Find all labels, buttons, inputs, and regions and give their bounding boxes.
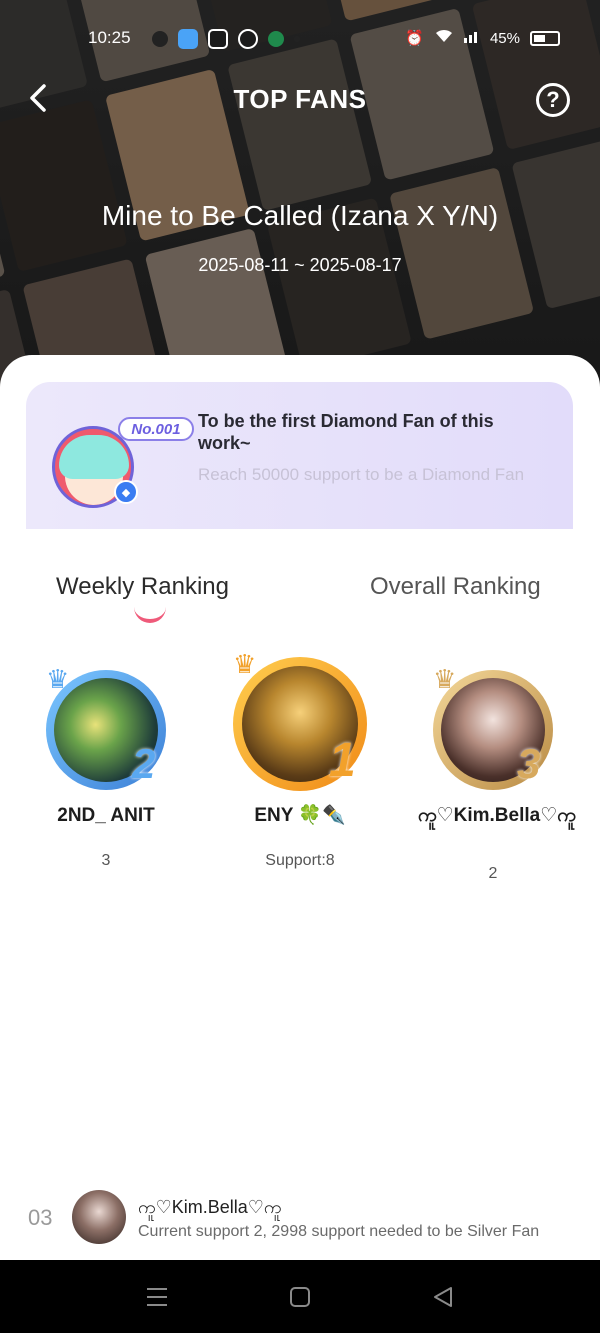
avatar [72, 1190, 126, 1244]
signal-icon [463, 29, 480, 47]
menu-button[interactable] [144, 1284, 170, 1310]
podium-second-support: 3 [101, 852, 111, 869]
current-user-status: Current support 2, 2998 support needed t… [138, 1223, 540, 1240]
podium-third-support: 2 [488, 865, 498, 882]
rank-badge: No.001 [118, 417, 194, 441]
rank-number: 2 [132, 740, 156, 787]
notification-icons [152, 29, 300, 49]
app-icon-blue [178, 29, 198, 49]
help-button[interactable]: ? [536, 83, 570, 117]
current-user-row[interactable]: 03 ကူ♡Kim.Bella♡ကူ Current support 2, 29… [0, 1175, 600, 1260]
status-bar: 10:25 ⏰ 45% [0, 26, 600, 54]
battery-percent: 45% [489, 29, 520, 47]
page-title: TOP FANS [233, 84, 367, 114]
alarm-icon: ⏰ [405, 30, 424, 47]
dot-icon [294, 36, 300, 42]
system-indicators: ⏰ 45% [405, 28, 560, 48]
battery-icon [530, 30, 560, 46]
rank-number: 3 [517, 740, 541, 787]
diamond-card-title: To be the first Diamond Fan of this work… [198, 411, 494, 453]
triangle-back-icon [434, 1287, 452, 1307]
diamond-icon: ◆ [114, 480, 138, 504]
crown-icon: ♛ [46, 664, 70, 694]
podium-second-name: 2ND_ ANIT [57, 805, 155, 826]
work-title: Mine to Be Called (Izana X Y/N) [101, 200, 499, 231]
crown-icon: ♛ [433, 664, 457, 694]
menu-icon [147, 1288, 167, 1306]
record-icon [238, 29, 258, 49]
rank-number: 1 [329, 734, 356, 787]
shield-icon [268, 31, 284, 47]
back-nav-button[interactable] [430, 1284, 456, 1310]
system-navigation-bar [0, 1260, 600, 1333]
ghost-icon [152, 31, 168, 47]
tab-overall-ranking[interactable]: Overall Ranking [370, 573, 541, 601]
diamond-fan-card[interactable]: ◆ No.001 To be the first Diamond Fan of … [26, 382, 573, 529]
podium-first-support: Support:8 [265, 852, 335, 869]
podium-first-name: ENY 🍀✒️ [254, 805, 346, 826]
crown-icon: ♛ [233, 649, 257, 679]
wifi-icon [434, 28, 454, 48]
question-icon: ? [546, 87, 560, 112]
home-button[interactable] [287, 1284, 313, 1310]
diamond-card-subtitle: Reach 50000 support to be a Diamond Fan [198, 465, 525, 484]
podium-third[interactable]: ♛ 3 [433, 664, 553, 888]
podium-first[interactable]: ♛ 1 [233, 649, 367, 875]
current-user-name: ကူ♡Kim.Bella♡ကူ [138, 1197, 282, 1217]
tab-weekly-ranking[interactable]: Weekly Ranking [56, 573, 229, 601]
status-time: 10:25 [88, 28, 131, 47]
date-range: 2025-08-11 ~ 2025-08-17 [198, 255, 402, 275]
home-square-icon [290, 1287, 310, 1307]
app-icon-dark [208, 29, 228, 49]
podium-third-name: ကူ♡Kim.Bella♡ကူ [418, 805, 576, 826]
current-user-rank: 03 [28, 1205, 53, 1230]
